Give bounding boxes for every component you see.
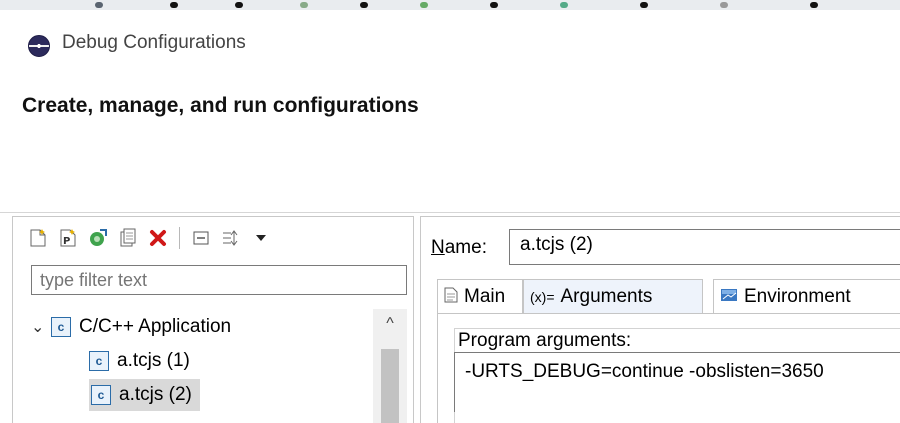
tree-item-label: a.tcjs (1) <box>117 350 190 371</box>
dropdown-arrow-icon[interactable] <box>250 227 272 249</box>
duplicate-icon[interactable] <box>117 227 139 249</box>
banner-title: Create, manage, and run configurations <box>22 94 419 117</box>
toolbar-separator <box>179 227 180 249</box>
svg-text:P: P <box>63 236 70 247</box>
tree-category-label: C/C++ Application <box>79 316 232 337</box>
eclipse-icon <box>28 35 50 57</box>
variables-icon: (x)= <box>530 288 555 305</box>
name-field[interactable]: a.tcjs (2) <box>509 229 900 265</box>
c-application-icon: c <box>51 317 71 337</box>
arguments-tab-panel: Program arguments: -URTS_DEBUG=continue … <box>437 313 900 423</box>
window-title: Debug Configurations <box>62 32 246 53</box>
c-config-icon: c <box>89 351 109 371</box>
configurations-toolbar: P <box>27 225 272 251</box>
export-icon[interactable] <box>87 227 109 249</box>
tab-main-label: Main <box>464 285 506 307</box>
tab-arguments-label: Arguments <box>560 285 653 307</box>
page-icon <box>444 287 458 306</box>
scrollbar-thumb[interactable] <box>381 349 399 423</box>
chevron-down-icon[interactable]: ⌄ <box>31 317 51 337</box>
tab-environment-label: Environment <box>744 285 851 307</box>
collapse-all-icon[interactable] <box>190 227 212 249</box>
tree-category-cpp-application[interactable]: ⌄ c C/C++ Application <box>31 311 371 343</box>
new-prototype-icon[interactable]: P <box>57 227 79 249</box>
tab-environment[interactable]: Environment <box>713 279 900 313</box>
filter-icon[interactable] <box>220 227 242 249</box>
editor-tabs: Main (x)= Arguments Environment <box>437 277 900 315</box>
configuration-editor: Name: a.tcjs (2) Main (x)= Arguments Env… <box>420 216 900 423</box>
c-config-icon: c <box>91 385 111 405</box>
window-titlebar: Debug Configurations <box>0 10 900 72</box>
banner-divider <box>0 212 900 213</box>
dialog-banner: Create, manage, and run configurations <box>0 72 900 212</box>
program-arguments-textarea[interactable]: -URTS_DEBUG=continue -obslisten=3650 <box>454 352 900 412</box>
tree-scrollbar[interactable]: ^ <box>373 309 407 423</box>
program-arguments-label: Program arguments: <box>456 330 634 352</box>
tab-main[interactable]: Main <box>437 279 523 313</box>
configurations-pane: P ⌄ c C/C++ Application c a.tcjs <box>12 216 414 423</box>
delete-icon[interactable] <box>147 227 169 249</box>
tree-item-label: a.tcjs (2) <box>119 384 192 405</box>
tab-arguments[interactable]: (x)= Arguments <box>523 279 703 313</box>
chevron-up-icon[interactable]: ^ <box>373 315 407 333</box>
tree-item-config-1[interactable]: c a.tcjs (1) <box>89 345 196 377</box>
new-configuration-icon[interactable] <box>27 227 49 249</box>
tree-item-config-2[interactable]: c a.tcjs (2) <box>89 379 200 411</box>
background-window-strip <box>0 0 900 10</box>
environment-icon <box>720 287 738 306</box>
name-label: Name: <box>431 237 487 258</box>
filter-input[interactable] <box>31 265 407 295</box>
